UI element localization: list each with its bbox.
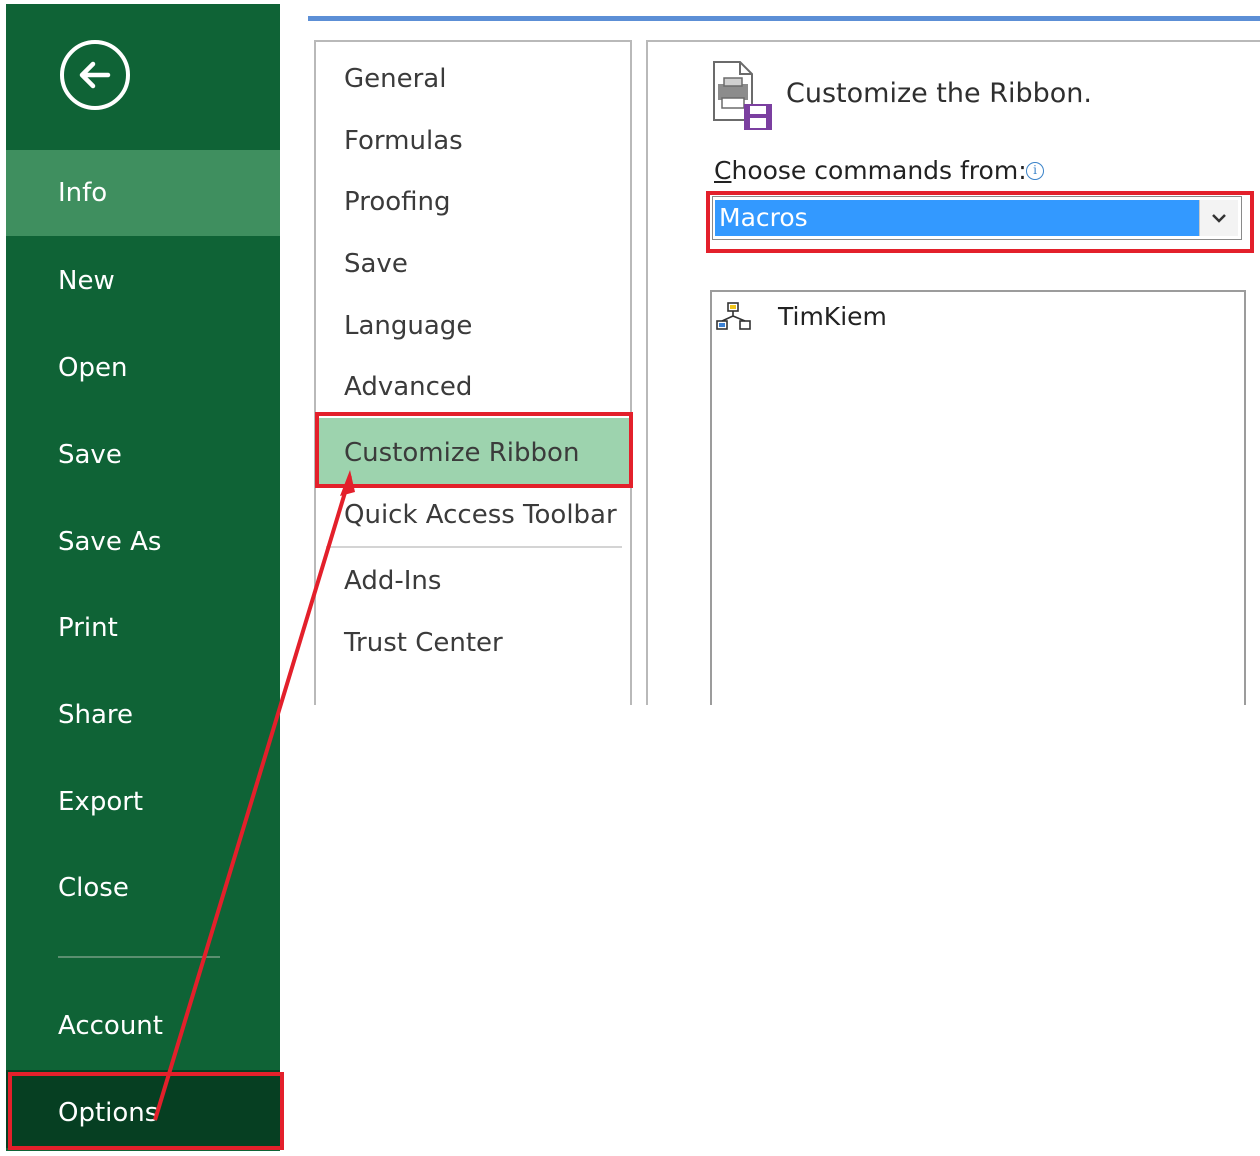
category-formulas[interactable]: Formulas [344,110,463,172]
macro-icon [716,302,751,330]
category-proofing[interactable]: Proofing [344,171,451,233]
choose-commands-label: Choose commands from: [714,156,1027,185]
category-trust-center[interactable]: Trust Center [344,612,503,674]
nav-save-as[interactable]: Save As [6,499,280,585]
category-customize-ribbon[interactable]: Customize Ribbon [344,422,579,484]
nav-new[interactable]: New [6,238,280,324]
category-general[interactable]: General [344,48,446,110]
customize-ribbon-icon [713,61,772,130]
category-save[interactable]: Save [344,233,408,295]
dropdown-selected-value: Macros [715,200,1199,236]
dropdown-button[interactable] [1199,200,1238,236]
chevron-down-icon [1212,214,1226,223]
backstage-sidebar: Info New Open Save Save As Print Share E… [6,4,280,1151]
options-category-list: General Formulas Proofing Save Language … [314,40,632,705]
category-quick-access-toolbar[interactable]: Quick Access Toolbar [344,484,617,546]
nav-save[interactable]: Save [6,412,280,498]
choose-commands-dropdown[interactable]: Macros [712,196,1242,240]
panel-title: Customize the Ribbon. [786,78,1092,109]
dialog-title-strip [308,16,1260,21]
back-arrow-icon [79,61,111,89]
category-language[interactable]: Language [344,295,472,357]
nav-account[interactable]: Account [6,983,280,1069]
nav-options[interactable]: Options [6,1070,280,1148]
nav-share[interactable]: Share [6,672,280,758]
nav-print[interactable]: Print [6,585,280,671]
nav-export[interactable]: Export [6,759,280,845]
list-item[interactable]: TimKiem [716,300,1236,334]
macro-label: TimKiem [778,302,887,331]
choose-label-text: hoose commands from: [731,156,1027,185]
category-advanced[interactable]: Advanced [344,356,472,418]
nav-open[interactable]: Open [6,325,280,411]
commands-list[interactable]: TimKiem [710,290,1246,705]
choose-label-access-key: C [714,156,732,185]
nav-close[interactable]: Close [6,845,280,931]
info-icon[interactable]: i [1026,162,1044,180]
back-button[interactable] [60,40,130,110]
category-separator [326,546,622,548]
nav-separator [58,956,220,958]
nav-info[interactable]: Info [6,150,280,236]
category-add-ins[interactable]: Add-Ins [344,550,441,612]
